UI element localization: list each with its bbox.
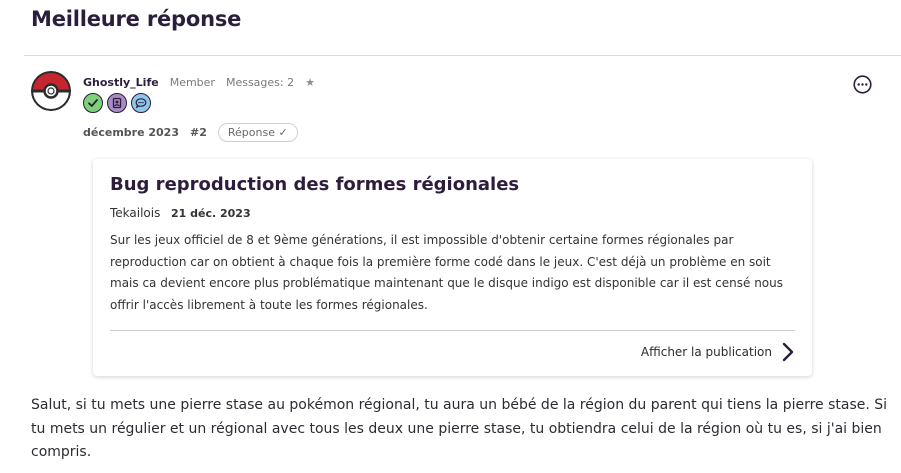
quoted-post-body: Sur les jeux officiel de 8 et 9ème génér… — [110, 233, 784, 312]
quoted-post-title[interactable]: Bug reproduction des formes régionales — [110, 174, 519, 195]
message-count: Messages: 2 — [225, 76, 295, 89]
card-divider — [110, 330, 795, 331]
avatar[interactable] — [31, 71, 71, 111]
post-body: Salut, si tu mets une pierre stase au po… — [31, 397, 888, 460]
photo-badge-icon[interactable] — [107, 93, 127, 113]
more-dots-icon — [853, 75, 872, 94]
quoted-post-card: Bug reproduction des formes régionales T… — [93, 159, 812, 376]
chevron-right-icon — [782, 342, 794, 362]
view-publication-label: Afficher la publication — [640, 345, 772, 359]
post-meta: décembre 2023 #2 Réponse ✓ — [83, 123, 298, 142]
post-number[interactable]: #2 — [190, 126, 207, 139]
star-icon: ★ — [305, 76, 315, 89]
user-role: Member — [169, 76, 215, 89]
post-date[interactable]: décembre 2023 — [83, 126, 179, 139]
user-info: Ghostly_Life Member Messages: 2 ★ — [83, 76, 315, 89]
view-publication-link[interactable]: Afficher la publication — [641, 342, 794, 362]
badge-list — [83, 93, 151, 113]
quoted-post-date: 21 déc. 2023 — [171, 207, 251, 220]
check-badge-icon[interactable] — [83, 93, 103, 113]
quoted-post-author[interactable]: Tekailois — [110, 206, 160, 220]
username-link[interactable]: Ghostly_Life — [83, 76, 159, 89]
page-title: Meilleure réponse — [31, 7, 242, 31]
more-options-button[interactable] — [853, 75, 872, 94]
section-divider — [24, 55, 901, 56]
answer-badge: Réponse ✓ — [217, 123, 298, 142]
chat-badge-icon[interactable] — [131, 93, 151, 113]
pokeball-icon — [31, 71, 71, 111]
